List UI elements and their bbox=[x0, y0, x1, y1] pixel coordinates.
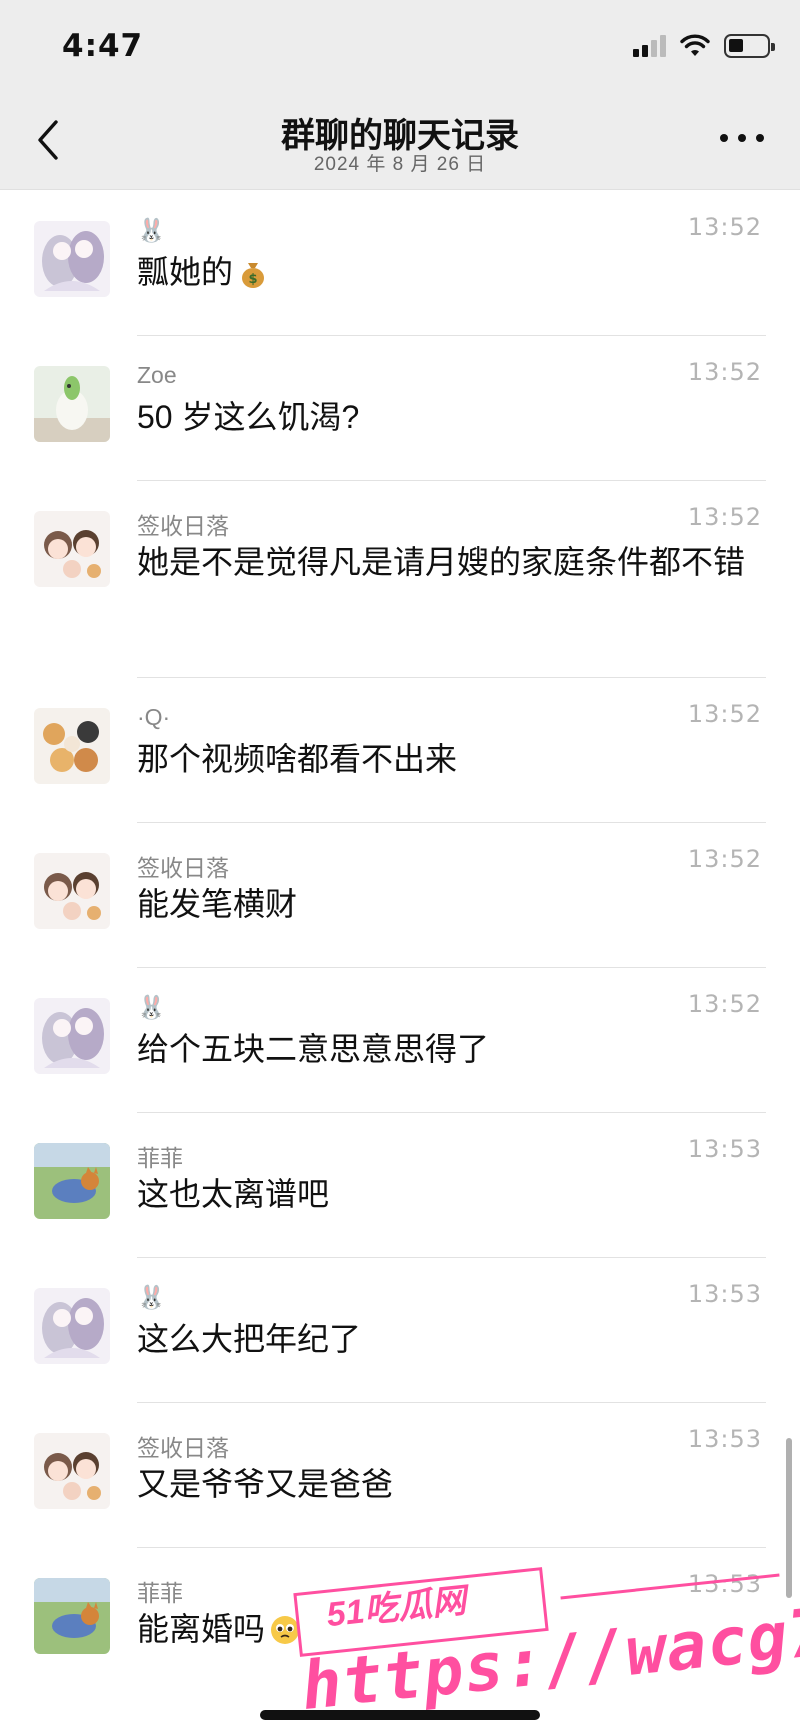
sender-name: Zoe bbox=[137, 362, 177, 388]
message-text: 瓢她的 $ bbox=[137, 247, 767, 297]
more-options-button[interactable] bbox=[720, 126, 764, 150]
message-text: 这也太离谱吧 bbox=[137, 1176, 330, 1212]
avatar[interactable] bbox=[34, 708, 110, 784]
message-item[interactable]: 签收日落 13:52 能发笔横财 bbox=[0, 823, 800, 968]
sender-name: ·Q· bbox=[137, 704, 171, 730]
message-text: 那个视频啥都看不出来 bbox=[137, 741, 458, 777]
more-dot-icon bbox=[756, 134, 764, 142]
avatar[interactable] bbox=[34, 1288, 110, 1364]
sender-name: 菲菲 bbox=[137, 1145, 183, 1171]
avatar[interactable] bbox=[34, 366, 110, 442]
sender-name: 🐰 bbox=[137, 994, 166, 1020]
wifi-icon bbox=[680, 34, 710, 56]
message-item[interactable]: 签收日落 13:52 她是不是觉得凡是请月嫂的家庭条件都不错 bbox=[0, 481, 800, 678]
message-item[interactable]: 🐰 13:52 瓢她的 $ bbox=[0, 191, 800, 336]
message-item[interactable]: 🐰 13:52 给个五块二意思意思得了 bbox=[0, 968, 800, 1113]
message-list[interactable]: 🐰 13:52 瓢她的 $ Zoe 13:52 50 岁这么饥渴? 签收日落 13… bbox=[0, 191, 800, 1693]
sender-name: 签收日落 bbox=[137, 855, 229, 881]
message-time: 13:52 bbox=[687, 990, 762, 1018]
message-text: 又是爷爷又是爸爸 bbox=[137, 1466, 394, 1502]
svg-text:$: $ bbox=[248, 272, 257, 287]
page-subtitle-date: 2024 年 8 月 26 日 bbox=[313, 154, 487, 175]
message-text-content: 能离婚吗 bbox=[137, 1611, 266, 1647]
sender-name: 签收日落 bbox=[137, 513, 229, 539]
top-bar: 4:47 群聊的聊天记录 2024 年 8 月 26 日 bbox=[0, 0, 800, 190]
message-time: 13:52 bbox=[687, 845, 762, 873]
message-time: 13:52 bbox=[687, 358, 762, 386]
avatar[interactable] bbox=[34, 998, 110, 1074]
message-text: 她是不是觉得凡是请月嫂的家庭条件都不错 bbox=[137, 544, 746, 580]
sender-name: 🐰 bbox=[137, 1284, 166, 1310]
battery-icon bbox=[724, 34, 775, 58]
message-time: 13:53 bbox=[687, 1135, 762, 1163]
money-bag-emoji-icon: $ bbox=[242, 263, 265, 288]
more-dot-icon bbox=[720, 134, 728, 142]
message-time: 13:52 bbox=[687, 503, 762, 531]
home-indicator[interactable] bbox=[260, 1710, 540, 1720]
message-text: 能发笔横财 bbox=[137, 886, 298, 922]
scrollbar[interactable] bbox=[786, 1438, 792, 1598]
avatar[interactable] bbox=[34, 1143, 110, 1219]
message-item[interactable]: Zoe 13:52 50 岁这么饥渴? bbox=[0, 336, 800, 481]
message-time: 13:52 bbox=[687, 700, 762, 728]
message-text: 这么大把年纪了 bbox=[137, 1321, 362, 1357]
avatar[interactable] bbox=[34, 853, 110, 929]
status-icons bbox=[633, 34, 775, 58]
message-time: 13:53 bbox=[687, 1425, 762, 1453]
message-text: 给个五块二意思意思得了 bbox=[137, 1031, 490, 1067]
sender-name: 🐰 bbox=[137, 217, 166, 243]
message-item[interactable]: 菲菲 13:53 这也太离谱吧 bbox=[0, 1113, 800, 1258]
status-time: 4:47 bbox=[62, 28, 144, 64]
message-time: 13:53 bbox=[687, 1280, 762, 1308]
avatar[interactable] bbox=[34, 1578, 110, 1654]
avatar[interactable] bbox=[34, 511, 110, 587]
more-dot-icon bbox=[738, 134, 746, 142]
signal-icon bbox=[633, 35, 666, 57]
message-item[interactable]: 签收日落 13:53 又是爷爷又是爸爸 bbox=[0, 1403, 800, 1548]
message-item[interactable]: ·Q· 13:52 那个视频啥都看不出来 bbox=[0, 678, 800, 823]
message-text: 50 岁这么饥渴? bbox=[137, 399, 360, 435]
sender-name: 菲菲 bbox=[137, 1580, 183, 1606]
message-time: 13:52 bbox=[687, 213, 762, 241]
message-text-content: 瓢她的 bbox=[137, 254, 234, 290]
avatar[interactable] bbox=[34, 221, 110, 297]
message-item[interactable]: 🐰 13:53 这么大把年纪了 bbox=[0, 1258, 800, 1403]
avatar[interactable] bbox=[34, 1433, 110, 1509]
sender-name: 签收日落 bbox=[137, 1435, 229, 1461]
